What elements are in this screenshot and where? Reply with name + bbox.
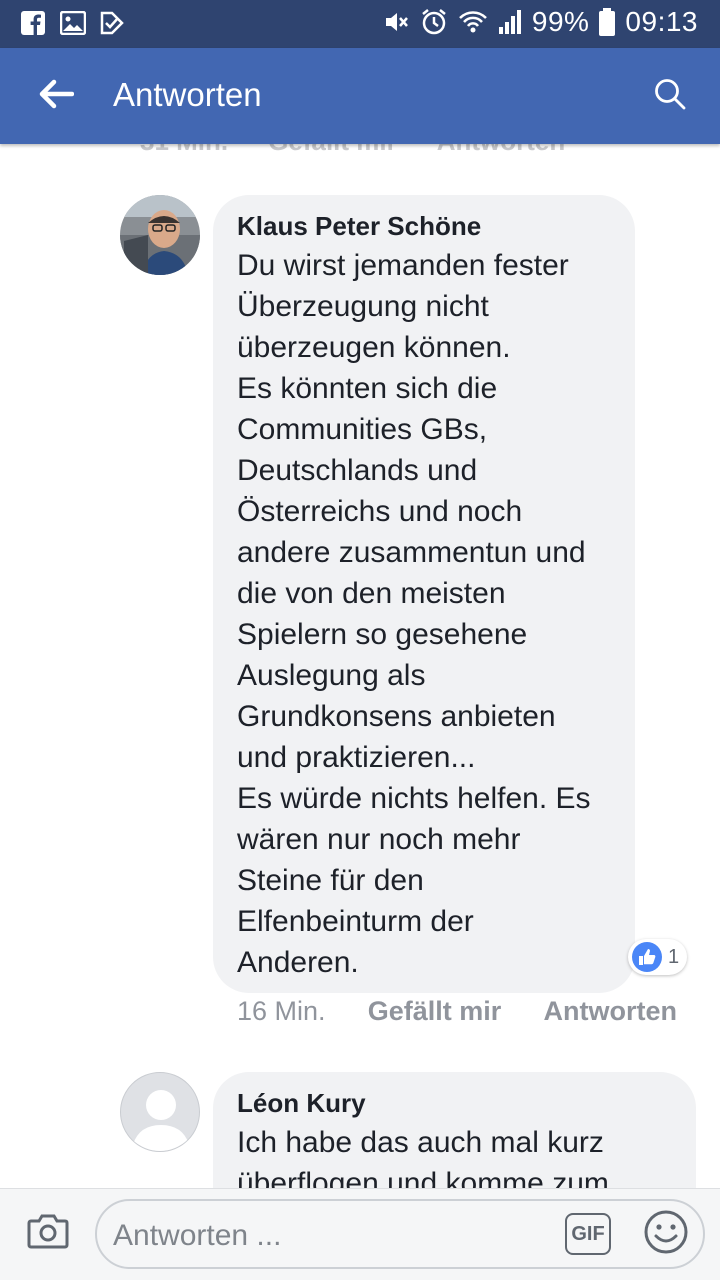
previous-comment-time: 31 Min. [140, 144, 228, 157]
like-button[interactable]: Gefällt mir [368, 996, 502, 1027]
comment-author[interactable]: Léon Kury [237, 1086, 672, 1120]
mute-icon [382, 8, 410, 36]
search-button[interactable] [648, 74, 692, 118]
like-reaction-icon [632, 942, 662, 972]
back-button[interactable] [34, 74, 78, 118]
comment-thread[interactable]: 31 Min. Gefällt mir Antworten Klaus Pete… [0, 144, 720, 1188]
signal-icon [498, 9, 522, 35]
reply-composer: Antworten ... GIF [0, 1188, 720, 1280]
clock: 09:13 [625, 6, 698, 37]
comment-time: 16 Min. [237, 996, 326, 1026]
status-bar: 99% 09:13 [0, 0, 720, 48]
smiley-icon [643, 1209, 689, 1260]
reaction-count: 1 [668, 945, 680, 968]
comment-author[interactable]: Klaus Peter Schöne [237, 209, 611, 243]
arrow-left-icon [38, 79, 75, 114]
reply-input-placeholder: Antworten ... [113, 1219, 282, 1252]
reaction-summary[interactable]: 1 [628, 939, 688, 975]
facebook-icon [20, 10, 46, 36]
avatar[interactable] [120, 195, 200, 275]
battery-icon [599, 8, 616, 36]
gallery-icon [60, 11, 86, 35]
page-title: Antworten [113, 76, 262, 113]
gif-button[interactable]: GIF [565, 1213, 611, 1255]
alarm-icon [420, 8, 448, 36]
reply-input[interactable]: Antworten ... GIF [95, 1199, 705, 1269]
battery-percent: 99% [531, 6, 590, 37]
comment-text: Ich habe das auch mal kurz überflogen un… [237, 1126, 609, 1188]
search-icon [653, 77, 687, 116]
camera-icon [27, 1213, 69, 1254]
reply-button[interactable]: Antworten [544, 996, 677, 1027]
comment-actions: 16 Min. Gefällt mir Antworten [237, 996, 677, 1027]
wifi-icon [458, 9, 488, 35]
camera-button[interactable] [26, 1211, 70, 1255]
comment-bubble[interactable]: Léon Kury Ich habe das auch mal kurz übe… [213, 1072, 696, 1188]
system-status: 99% 09:13 [382, 6, 698, 38]
comment-text: Du wirst jemanden fester Überzeugung nic… [237, 249, 591, 979]
comment-bubble[interactable]: Klaus Peter Schöne Du wirst jemanden fes… [213, 195, 635, 993]
previous-like-button[interactable]: Gefällt mir [268, 144, 397, 157]
app-bar: Antworten [0, 48, 720, 144]
avatar-placeholder[interactable] [120, 1072, 200, 1152]
previous-comment-actions: 31 Min. Gefällt mir Antworten [140, 144, 565, 157]
emoji-button[interactable] [642, 1210, 690, 1258]
checkmark-task-icon [100, 10, 124, 36]
previous-reply-button[interactable]: Antworten [437, 144, 566, 157]
notification-icons [20, 10, 124, 36]
